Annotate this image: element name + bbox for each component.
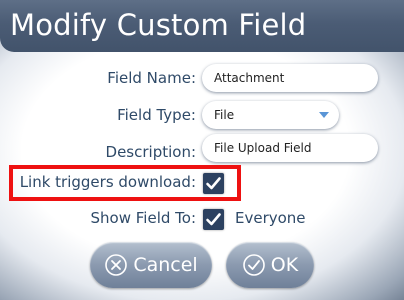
circle-check-icon bbox=[242, 253, 266, 277]
checkmark-icon bbox=[206, 177, 221, 190]
cancel-button-label: Cancel bbox=[133, 254, 198, 276]
cancel-button[interactable]: Cancel bbox=[90, 242, 212, 288]
description-label: Description: bbox=[105, 143, 196, 161]
circle-x-icon bbox=[104, 253, 128, 277]
modify-custom-field-dialog: Modify Custom Field Field Name: Attachme… bbox=[0, 0, 404, 300]
show-field-to-label: Show Field To: bbox=[90, 209, 196, 227]
field-type-label: Field Type: bbox=[117, 106, 196, 124]
field-type-value: File bbox=[214, 108, 235, 122]
ok-button-label: OK bbox=[270, 254, 299, 276]
field-name-input[interactable]: Attachment bbox=[202, 64, 378, 92]
link-triggers-download-checkbox[interactable] bbox=[203, 173, 224, 194]
field-name-label: Field Name: bbox=[107, 69, 196, 87]
dialog-titlebar: Modify Custom Field bbox=[0, 0, 404, 52]
field-type-select[interactable]: File bbox=[202, 101, 339, 129]
ok-button[interactable]: OK bbox=[226, 242, 314, 288]
link-triggers-download-label: Link triggers download: bbox=[19, 173, 196, 191]
description-input[interactable]: File Upload Field bbox=[202, 134, 378, 162]
chevron-down-icon bbox=[319, 112, 329, 118]
show-field-to-everyone-checkbox[interactable] bbox=[203, 209, 224, 230]
everyone-option-label: Everyone bbox=[235, 209, 306, 227]
dialog-title: Modify Custom Field bbox=[10, 8, 307, 42]
checkmark-icon bbox=[206, 213, 221, 226]
